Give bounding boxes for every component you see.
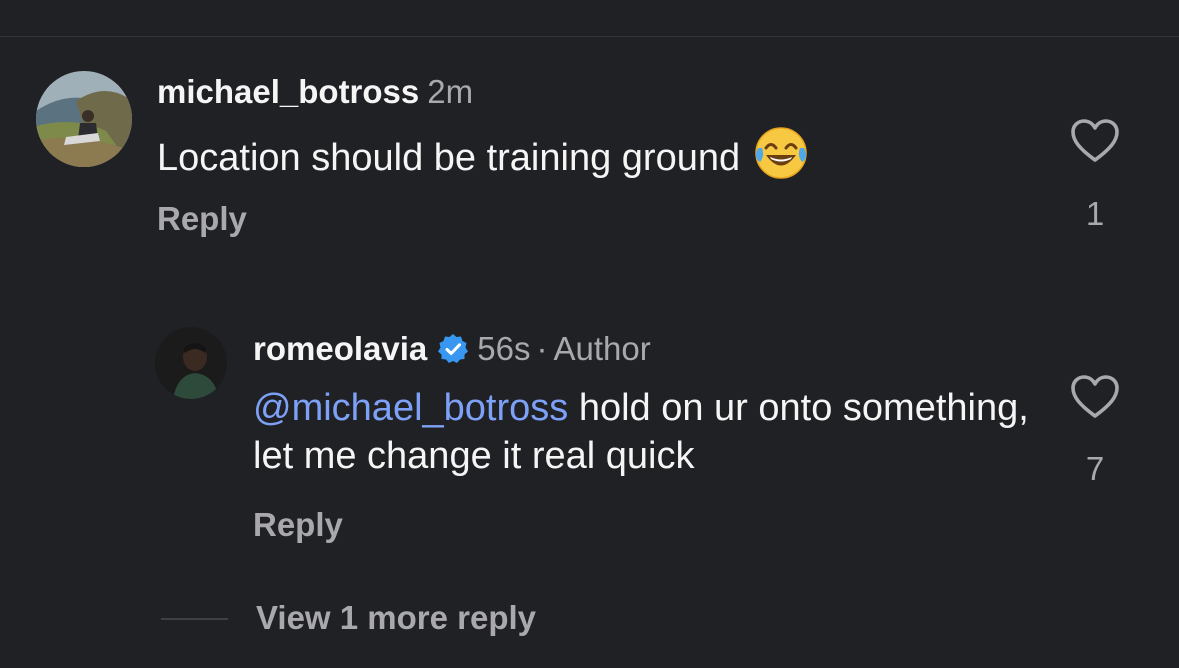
- comment-text: Location should be training ground: [157, 126, 808, 182]
- username[interactable]: michael_botross: [157, 73, 419, 110]
- verified-badge-icon: [438, 334, 469, 363]
- face-with-tears-of-joy-icon: [755, 127, 807, 179]
- separator-dot: ·: [536, 330, 548, 367]
- like-count: 1: [1085, 195, 1105, 232]
- comment-header: romeolavia 56s · Author: [253, 329, 651, 369]
- heart-outline-icon[interactable]: [1070, 118, 1120, 164]
- reply-button[interactable]: Reply: [157, 199, 247, 239]
- comment-body: Location should be training ground: [157, 137, 741, 179]
- comment-text: @michael_botross hold on ur onto somethi…: [253, 384, 1033, 480]
- timestamp: 2m: [427, 73, 474, 110]
- thread-line: [161, 618, 228, 620]
- heart-outline-icon[interactable]: [1070, 374, 1120, 420]
- username[interactable]: romeolavia: [253, 330, 427, 367]
- reply-button[interactable]: Reply: [253, 505, 343, 545]
- author-label: Author: [553, 330, 651, 367]
- top-divider: [0, 36, 1179, 37]
- comments-panel: michael_botross 2m Location should be tra…: [0, 0, 1179, 668]
- mention-link[interactable]: @michael_botross: [253, 387, 568, 429]
- like-count: 7: [1085, 450, 1105, 487]
- timestamp: 56s: [477, 330, 531, 367]
- avatar[interactable]: [155, 327, 227, 399]
- comment-header: michael_botross 2m: [157, 72, 473, 112]
- avatar[interactable]: [36, 71, 132, 167]
- view-more-replies-button[interactable]: View 1 more reply: [256, 598, 536, 638]
